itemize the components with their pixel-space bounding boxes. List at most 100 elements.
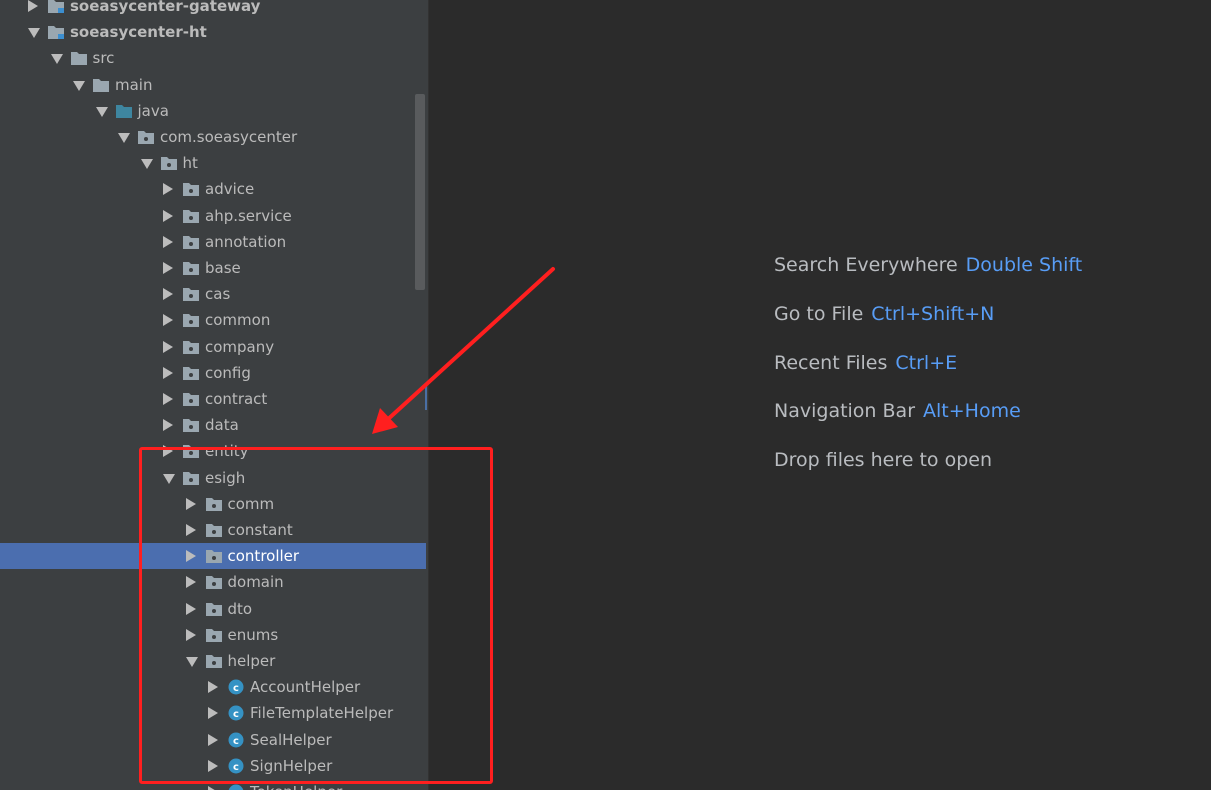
chevron-right-icon[interactable] bbox=[163, 288, 173, 301]
package-icon bbox=[183, 235, 199, 249]
tree-node-signhelper[interactable]: c SignHelper bbox=[0, 753, 426, 779]
class-icon: c bbox=[228, 732, 244, 748]
package-icon bbox=[205, 550, 222, 564]
tree-node-filetemplatehelper[interactable]: c FileTemplateHelper bbox=[0, 700, 426, 726]
package-icon bbox=[205, 576, 222, 590]
tree-node-base[interactable]: base bbox=[0, 255, 426, 281]
tree-node-ahp-service[interactable]: ahp.service bbox=[0, 203, 426, 229]
tree-node-label: data bbox=[205, 416, 239, 435]
hint-navigation-bar: Navigation Bar Alt+Home bbox=[774, 398, 1021, 424]
chevron-down-icon[interactable] bbox=[140, 159, 153, 170]
tree-node-com-soeasycenter[interactable]: com.soeasycenter bbox=[0, 124, 426, 150]
tree-node-enums[interactable]: enums bbox=[0, 622, 426, 648]
tree-node-entity[interactable]: entity bbox=[0, 438, 426, 464]
chevron-right-icon[interactable] bbox=[208, 681, 218, 694]
tree-node-label: controller bbox=[227, 547, 300, 566]
svg-text:c: c bbox=[233, 709, 239, 720]
chevron-right-icon[interactable] bbox=[208, 759, 218, 772]
project-tool-window: soeasycenter-gateway soeasycenter-ht src ma… bbox=[0, 0, 428, 790]
tree-node-config[interactable]: config bbox=[0, 360, 426, 386]
tree-node-label: AccountHelper bbox=[250, 678, 361, 697]
tree-node-label: SealHelper bbox=[250, 730, 332, 749]
package-icon bbox=[183, 340, 199, 354]
chevron-right-icon[interactable] bbox=[163, 183, 173, 196]
hint-shortcut: Ctrl+Shift+N bbox=[871, 303, 995, 325]
tree-node-annotation[interactable]: annotation bbox=[0, 229, 426, 255]
chevron-right-icon[interactable] bbox=[28, 0, 38, 12]
chevron-right-icon[interactable] bbox=[208, 786, 218, 790]
tree-node-tokenhelper[interactable]: c TokenHelper bbox=[0, 779, 426, 790]
tree-node-label: advice bbox=[205, 180, 255, 199]
tree-node-label: cas bbox=[205, 285, 231, 304]
chevron-right-icon[interactable] bbox=[185, 524, 196, 536]
chevron-right-icon[interactable] bbox=[185, 576, 196, 589]
chevron-right-icon[interactable] bbox=[163, 314, 173, 327]
tree-node-esigh[interactable]: esigh bbox=[0, 465, 426, 491]
tree-node-label: dto bbox=[227, 599, 253, 618]
hint-text: Drop files here to open bbox=[774, 449, 993, 471]
hint-text: Search Everywhere bbox=[774, 254, 958, 276]
tree-node-soeasycenter-ht[interactable]: soeasycenter-ht bbox=[0, 19, 426, 45]
chevron-right-icon[interactable] bbox=[163, 445, 173, 458]
tree-node-main[interactable]: main bbox=[0, 72, 426, 98]
tree-node-helper[interactable]: helper bbox=[0, 648, 426, 674]
tree-node-soeasycenter-gateway[interactable]: soeasycenter-gateway bbox=[0, 0, 426, 19]
tree-node-label: domain bbox=[227, 573, 284, 592]
package-icon bbox=[183, 471, 199, 485]
chevron-down-icon[interactable] bbox=[28, 28, 40, 39]
tree-node-company[interactable]: company bbox=[0, 334, 426, 360]
chevron-right-icon[interactable] bbox=[163, 209, 173, 222]
package-icon bbox=[183, 419, 199, 433]
tree-node-label: main bbox=[115, 75, 153, 94]
tree-node-label: entity bbox=[205, 442, 249, 461]
tree-node-label: config bbox=[205, 363, 251, 382]
tree-node-dto[interactable]: dto bbox=[0, 596, 426, 622]
chevron-down-icon[interactable] bbox=[50, 54, 63, 65]
tree-node-contract[interactable]: contract bbox=[0, 386, 426, 412]
chevron-right-icon[interactable] bbox=[163, 366, 173, 379]
chevron-right-icon[interactable] bbox=[163, 419, 173, 432]
folder-icon bbox=[93, 78, 109, 92]
tree-node-sealhelper[interactable]: c SealHelper bbox=[0, 727, 426, 753]
tree-node-data[interactable]: data bbox=[0, 412, 426, 438]
chevron-right-icon[interactable] bbox=[185, 550, 196, 563]
chevron-down-icon[interactable] bbox=[185, 657, 198, 667]
svg-text:c: c bbox=[233, 736, 239, 747]
chevron-right-icon[interactable] bbox=[185, 628, 196, 641]
chevron-right-icon[interactable] bbox=[163, 235, 173, 248]
chevron-right-icon[interactable] bbox=[163, 340, 173, 353]
tree-node-domain[interactable]: domain bbox=[0, 569, 426, 595]
tree-node-controller[interactable]: controller bbox=[0, 543, 426, 570]
class-icon: c bbox=[228, 758, 244, 774]
tree-node-common[interactable]: common bbox=[0, 307, 426, 333]
tree-scrollbar[interactable] bbox=[415, 94, 425, 290]
chevron-down-icon[interactable] bbox=[95, 106, 108, 117]
tree-node-comm[interactable]: comm bbox=[0, 491, 426, 517]
tree-node-constant[interactable]: constant bbox=[0, 517, 426, 543]
tree-node-src[interactable]: src bbox=[0, 45, 426, 71]
package-icon bbox=[183, 366, 199, 380]
chevron-right-icon[interactable] bbox=[185, 497, 196, 510]
chevron-right-icon[interactable] bbox=[163, 262, 173, 274]
tree-node-advice[interactable]: advice bbox=[0, 176, 426, 202]
chevron-right-icon[interactable] bbox=[185, 602, 196, 615]
tree-node-label: src bbox=[92, 49, 115, 68]
chevron-down-icon[interactable] bbox=[163, 473, 175, 484]
class-icon: c bbox=[228, 784, 244, 790]
panel-divider[interactable] bbox=[428, 0, 429, 790]
tree-node-label: com.soeasycenter bbox=[160, 128, 298, 146]
package-icon bbox=[160, 157, 177, 171]
package-icon bbox=[138, 131, 154, 144]
tree-node-label: annotation bbox=[205, 232, 287, 251]
tree-node-accounthelper[interactable]: c AccountHelper bbox=[0, 674, 426, 700]
tree-node-java[interactable]: java bbox=[0, 98, 426, 124]
class-icon: c bbox=[228, 679, 244, 695]
chevron-down-icon[interactable] bbox=[118, 133, 130, 143]
chevron-right-icon[interactable] bbox=[208, 707, 218, 720]
chevron-down-icon[interactable] bbox=[73, 80, 85, 91]
tree-node-ht[interactable]: ht bbox=[0, 150, 426, 176]
chevron-right-icon[interactable] bbox=[208, 733, 218, 746]
tree-node-cas[interactable]: cas bbox=[0, 281, 426, 307]
package-icon bbox=[205, 655, 222, 668]
chevron-right-icon[interactable] bbox=[163, 393, 173, 405]
